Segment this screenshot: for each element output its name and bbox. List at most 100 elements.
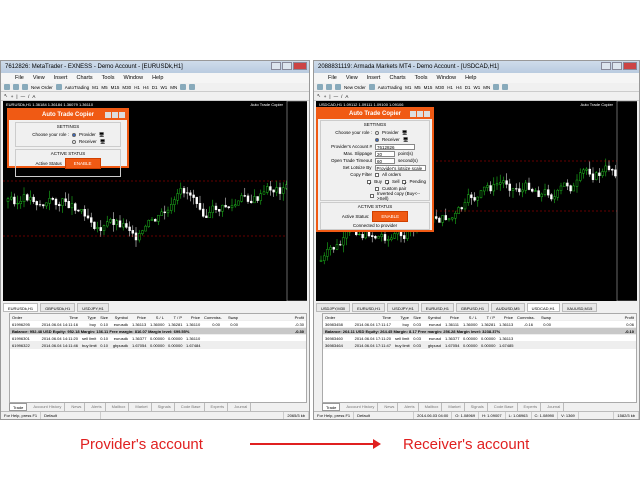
timeframe-MN[interactable]: MN [483,85,490,90]
zoom-out-icon[interactable] [189,84,196,90]
chart-tab[interactable]: EURUSDk,H1 [3,303,39,312]
minimize-icon[interactable] [417,111,423,117]
new-order-button[interactable]: New Order [344,85,366,90]
terminal-tab[interactable]: Signals [155,403,175,411]
zoom-out-icon[interactable] [502,84,509,90]
timeframe-W1[interactable]: W1 [473,85,480,90]
menu-view[interactable]: View [33,75,45,81]
crosshair-icon[interactable]: + [324,94,327,99]
close-button[interactable] [623,62,637,70]
terminal-tab[interactable]: Code Base [178,403,205,411]
timeframe-D1[interactable]: D1 [465,85,471,90]
menu-window[interactable]: Window [437,75,457,81]
crosshair-icon[interactable]: + [11,94,14,99]
maximize-button[interactable] [612,62,622,70]
zoom-in-icon[interactable] [180,84,187,90]
minimize-button[interactable] [601,62,611,70]
menu-help[interactable]: Help [152,75,163,81]
table-row[interactable]: 61996295 2014.06.04 14:11:16 buy 0.10 eurusd… [10,321,306,328]
chart-tab[interactable]: USDJPY,M30 [316,303,351,312]
autotrading-button[interactable]: AutoTrading [65,85,89,90]
timeframe-W1[interactable]: W1 [160,85,167,90]
terminal-tab[interactable]: Mailbox [422,403,443,411]
timeframe-MN[interactable]: MN [170,85,177,90]
close-button[interactable] [293,62,307,70]
cursor-icon[interactable]: ↖ [4,93,8,99]
receiver-radio[interactable] [72,139,76,144]
horizontal-line-icon[interactable]: — [21,94,26,99]
table-row[interactable]: 36983458 2014.06.04 17:11:17 buy 0.03 eurusd… [323,321,636,328]
text-icon[interactable]: A [32,94,35,99]
terminal-tab[interactable]: Journal [544,403,565,411]
timeframe-M5[interactable]: M5 [414,85,420,90]
timeframe-M1[interactable]: M1 [92,85,98,90]
lotsize-select[interactable]: Provider's lotsize scale [374,164,426,171]
timeout-input[interactable]: 60 [375,157,395,164]
minimize-button[interactable] [271,62,281,70]
buy-checkbox[interactable]: ✓ [367,179,372,186]
menu-help[interactable]: Help [465,75,476,81]
enable-button[interactable]: ENABLE [64,157,101,169]
terminal-tab[interactable]: Market [445,403,465,411]
profiles-icon[interactable] [13,84,19,90]
terminal-tab[interactable]: News [68,403,86,411]
menu-charts[interactable]: Charts [389,75,405,81]
terminal-tab[interactable]: Trade [9,403,28,411]
terminal-tab[interactable]: Trade [322,403,341,411]
timeframe-M1[interactable]: M1 [405,85,411,90]
trendline-icon[interactable]: / [28,94,29,99]
table-row[interactable]: 61996322 2014.06.04 14:11:46 buy limit 0.10… [10,342,306,349]
timeframe-M5[interactable]: M5 [101,85,107,90]
timeframe-M30[interactable]: M30 [435,85,444,90]
minimize-icon[interactable] [112,112,118,118]
timeframe-H4[interactable]: H4 [456,85,462,90]
table-row[interactable]: 61996301 2014.06.04 14:11:20 sell limit 0.1… [10,335,306,342]
slippage-input[interactable]: 20 [375,150,395,157]
close-icon[interactable] [424,111,430,117]
timeframe-H4[interactable]: H4 [143,85,149,90]
chart-tab[interactable]: GBPUSDk,H1 [40,303,76,312]
chart-tab[interactable]: USDJPY,H1 [387,303,419,312]
vertical-line-icon[interactable]: | [16,94,17,99]
terminal-tab[interactable]: Journal [231,403,252,411]
chart-tab[interactable]: GBPUSD,H1 [455,303,490,312]
chart-tab[interactable]: USDCAD,H1 [526,303,560,312]
meta-editor-icon[interactable] [55,84,62,90]
receiver-radio[interactable] [375,137,379,142]
chart-tab[interactable]: XAUUSD,M15 [561,303,598,312]
provider-account-input[interactable]: 7612826 [375,143,415,150]
provider-radio[interactable] [72,132,76,137]
menu-insert[interactable]: Insert [367,75,381,81]
horizontal-line-icon[interactable]: — [334,94,339,99]
chart-tab[interactable]: USDJPY,H1 [77,303,109,312]
chart-tab[interactable]: AUDUSD,M5 [491,303,525,312]
menu-tools[interactable]: Tools [102,75,115,81]
maximize-button[interactable] [282,62,292,70]
terminal-tab[interactable]: Mailbox [109,403,130,411]
table-row[interactable]: 36983464 2014.06.04 17:11:47 buy limit 0.03… [323,342,636,349]
terminal-tab[interactable]: Alerts [88,403,106,411]
timeframe-M15[interactable]: M15 [424,85,433,90]
menu-insert[interactable]: Insert [54,75,68,81]
enable-button[interactable]: ENABLE [372,210,409,222]
chart-tab[interactable]: EURUSD,H1 [420,303,454,312]
new-chart-icon[interactable] [4,84,10,90]
navigator-icon[interactable] [335,84,341,90]
menu-file[interactable]: File [328,75,337,81]
inverted-copy-checkbox[interactable] [370,193,374,198]
text-icon[interactable]: A [345,94,348,99]
sell-checkbox[interactable]: ✓ [384,179,390,186]
chart-tab[interactable]: EURUSD,H1 [352,303,386,312]
terminal-tab[interactable]: News [381,403,399,411]
menu-view[interactable]: View [346,75,358,81]
meta-editor-icon[interactable] [368,84,375,90]
menu-window[interactable]: Window [124,75,144,81]
terminal-tab[interactable]: Signals [468,403,488,411]
terminal-tab[interactable]: Account History [343,403,379,411]
pending-checkbox[interactable]: ✓ [402,179,407,186]
terminal-tab[interactable]: Code Base [491,403,518,411]
timeframe-H1[interactable]: H1 [134,85,140,90]
menu-charts[interactable]: Charts [76,75,92,81]
terminal-tab[interactable]: Experts [521,403,542,411]
timeframe-D1[interactable]: D1 [152,85,158,90]
